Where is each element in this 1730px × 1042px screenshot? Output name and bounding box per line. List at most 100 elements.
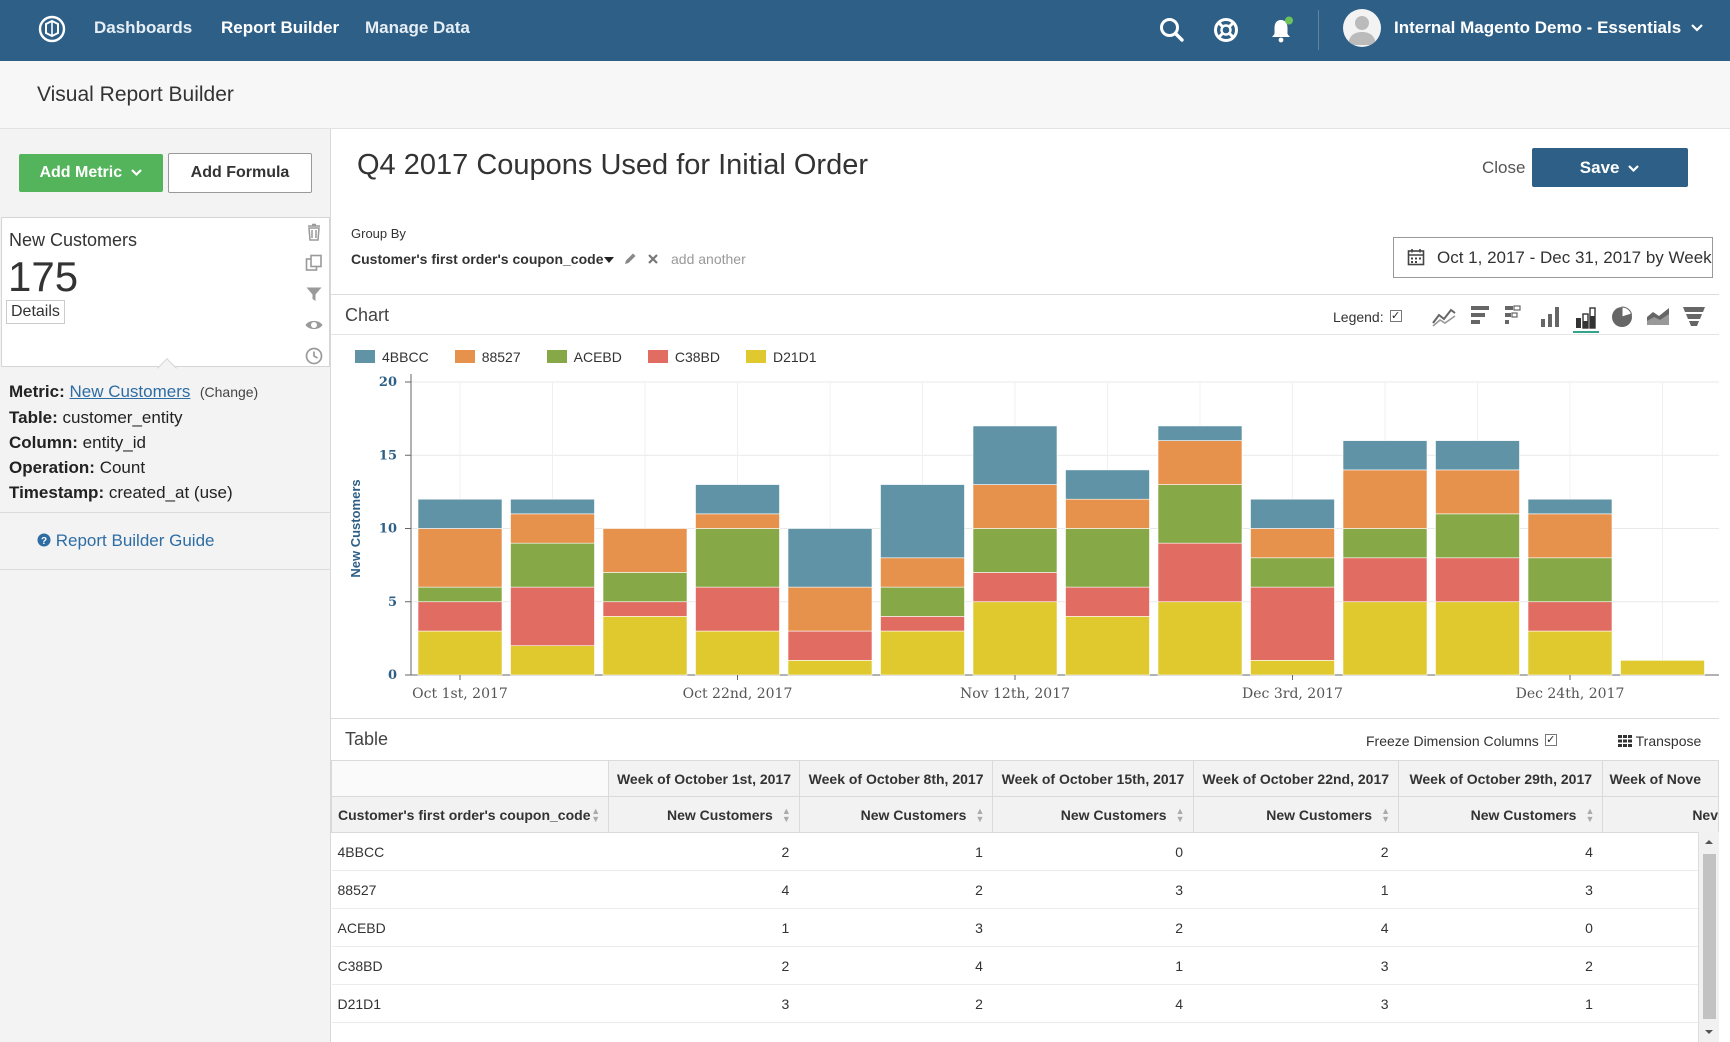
- bar-segment: [695, 586, 780, 632]
- metric-link[interactable]: New Customers: [69, 382, 190, 401]
- sort-icon[interactable]: ▲ ▼: [782, 807, 791, 824]
- week-header[interactable]: Week of October 22nd, 2017: [1192, 760, 1400, 797]
- legend-toggle-label: Legend:: [1333, 309, 1384, 325]
- value-cell: 3: [1193, 984, 1399, 1023]
- table-row[interactable]: 88527 4 2 3 1 3: [331, 870, 1719, 909]
- notifications-bell-icon[interactable]: [1266, 15, 1296, 45]
- account-menu[interactable]: Internal Magento Demo - Essentials: [1394, 18, 1704, 38]
- group-by-label: Group By: [351, 226, 406, 241]
- table-row[interactable]: ACEBD 1 3 2 4 0: [331, 908, 1719, 947]
- sort-icon[interactable]: ▲ ▼: [591, 807, 600, 824]
- legend-toggle[interactable]: Legend: ✓: [1333, 309, 1402, 325]
- horizontal-bar-icon[interactable]: [1467, 303, 1493, 329]
- bar-segment: [510, 586, 595, 647]
- sort-icon[interactable]: ▲ ▼: [975, 807, 984, 824]
- user-avatar[interactable]: [1343, 9, 1381, 47]
- duplicate-icon[interactable]: [304, 253, 324, 273]
- data-table-viewport: Week of October 1st, 2017 Week of Octobe…: [331, 760, 1719, 1042]
- value-cell: 1: [992, 946, 1194, 985]
- bar-segment: [1527, 630, 1613, 676]
- sort-icon[interactable]: ▲ ▼: [1586, 807, 1595, 824]
- pie-chart-icon[interactable]: [1609, 303, 1635, 329]
- value-cell: 4: [608, 870, 800, 909]
- bar-segment: [1250, 586, 1335, 661]
- add-formula-button[interactable]: Add Formula: [168, 153, 312, 193]
- week-header[interactable]: Week of October 29th, 2017: [1398, 760, 1604, 797]
- metric-column-header[interactable]: Nev: [1602, 796, 1719, 833]
- vertical-scrollbar[interactable]: [1698, 832, 1719, 1042]
- scroll-down-arrow-icon[interactable]: [1699, 1026, 1719, 1038]
- funnel-chart-icon[interactable]: [1681, 303, 1707, 329]
- bar-segment: [695, 528, 780, 588]
- table-row[interactable]: D21D1 3 2 4 3 1: [331, 984, 1719, 1023]
- remove-x-icon[interactable]: [647, 253, 659, 265]
- visibility-eye-icon[interactable]: [304, 315, 324, 335]
- add-another-group-link[interactable]: add another: [671, 251, 746, 267]
- help-lifebuoy-icon[interactable]: [1211, 15, 1241, 45]
- filter-icon[interactable]: [304, 284, 324, 304]
- bar-segment: [787, 660, 873, 676]
- close-button[interactable]: Close: [1482, 158, 1525, 178]
- bar-segment: [880, 484, 965, 559]
- bar-segment: [1527, 601, 1613, 632]
- freeze-checkbox[interactable]: ✓: [1544, 734, 1557, 746]
- nav-dashboards[interactable]: Dashboards: [94, 18, 192, 38]
- freeze-dimension-label: Freeze Dimension Columns: [1366, 733, 1539, 749]
- report-builder-guide-link[interactable]: ? Report Builder Guide: [37, 531, 215, 551]
- bar-segment: [972, 425, 1058, 485]
- area-chart-icon[interactable]: [1645, 303, 1671, 329]
- user-avatar-icon: [1348, 16, 1376, 45]
- week-header[interactable]: Week of October 1st, 2017: [608, 760, 800, 797]
- clock-icon[interactable]: [304, 346, 324, 366]
- coupon-code-cell: C38BD: [331, 946, 609, 985]
- week-header[interactable]: Week of October 8th, 2017: [798, 760, 994, 797]
- metric-column-header[interactable]: New Customers ▲ ▼: [1192, 796, 1400, 833]
- bar-segment: [1435, 440, 1520, 471]
- change-metric-link[interactable]: (Change): [200, 384, 258, 400]
- metric-column-header[interactable]: New Customers ▲ ▼: [798, 796, 994, 833]
- legend-checkbox[interactable]: ✓: [1389, 310, 1402, 322]
- details-button[interactable]: Details: [6, 300, 65, 324]
- bar-segment: [1435, 513, 1520, 559]
- week-header[interactable]: Week of October 15th, 2017: [992, 760, 1194, 797]
- report-title[interactable]: Q4 2017 Coupons Used for Initial Order: [357, 149, 868, 182]
- magento-bi-logo-icon[interactable]: [36, 13, 68, 45]
- bar-segment: [417, 498, 503, 529]
- dimension-column-header[interactable]: Customer's first order's coupon_code ▲ ▼: [331, 796, 610, 833]
- sort-icon[interactable]: ▲ ▼: [1176, 807, 1185, 824]
- freeze-dimension-toggle[interactable]: Freeze Dimension Columns ✓: [1366, 733, 1557, 749]
- value-cell: 4: [1398, 832, 1603, 871]
- table-row[interactable]: C38BD 2 4 1 3 2: [331, 946, 1719, 985]
- trash-icon[interactable]: [304, 222, 324, 242]
- caret-down-icon[interactable]: [603, 257, 614, 264]
- save-button[interactable]: Save: [1532, 148, 1688, 187]
- sort-icon[interactable]: ▲ ▼: [1381, 807, 1390, 824]
- bar-segment: [602, 601, 688, 617]
- bar-segment: [1250, 528, 1335, 559]
- week-header[interactable]: Week of Nove: [1602, 760, 1719, 797]
- column-chart-icon[interactable]: [1537, 303, 1563, 329]
- edit-pencil-icon[interactable]: [623, 252, 637, 266]
- metric-column-header[interactable]: New Customers ▲ ▼: [992, 796, 1194, 833]
- metric-panel: Add Metric Add Formula New Customers 175…: [0, 129, 331, 1042]
- nav-report-builder[interactable]: Report Builder: [221, 18, 339, 38]
- metric-card[interactable]: New Customers 175 Details: [1, 217, 330, 378]
- transpose-button[interactable]: Transpose: [1618, 733, 1701, 749]
- x-tick-label: Dec 24th, 2017: [1516, 686, 1625, 702]
- nav-manage-data[interactable]: Manage Data: [365, 18, 470, 38]
- stacked-horizontal-bar-icon[interactable]: [1501, 303, 1527, 329]
- line-chart-icon[interactable]: [1431, 303, 1457, 329]
- metric-column-header[interactable]: New Customers ▲ ▼: [1398, 796, 1604, 833]
- search-icon[interactable]: [1157, 15, 1187, 45]
- operation-label: Operation:: [9, 458, 95, 477]
- date-range-picker[interactable]: Oct 1, 2017 - Dec 31, 2017 by Week: [1393, 237, 1713, 278]
- add-metric-button[interactable]: Add Metric: [19, 154, 163, 192]
- bar-segment: [880, 586, 965, 617]
- scroll-up-arrow-icon[interactable]: [1699, 836, 1719, 848]
- metric-column-header[interactable]: New Customers ▲ ▼: [608, 796, 800, 833]
- table-value: customer_entity: [62, 408, 183, 427]
- vertical-scroll-thumb[interactable]: [1703, 854, 1716, 1019]
- group-by-dimension[interactable]: Customer's first order's coupon_code: [351, 251, 659, 267]
- stacked-column-chart-icon[interactable]: [1573, 303, 1599, 333]
- table-row[interactable]: 4BBCC 2 1 0 2 4: [331, 832, 1719, 871]
